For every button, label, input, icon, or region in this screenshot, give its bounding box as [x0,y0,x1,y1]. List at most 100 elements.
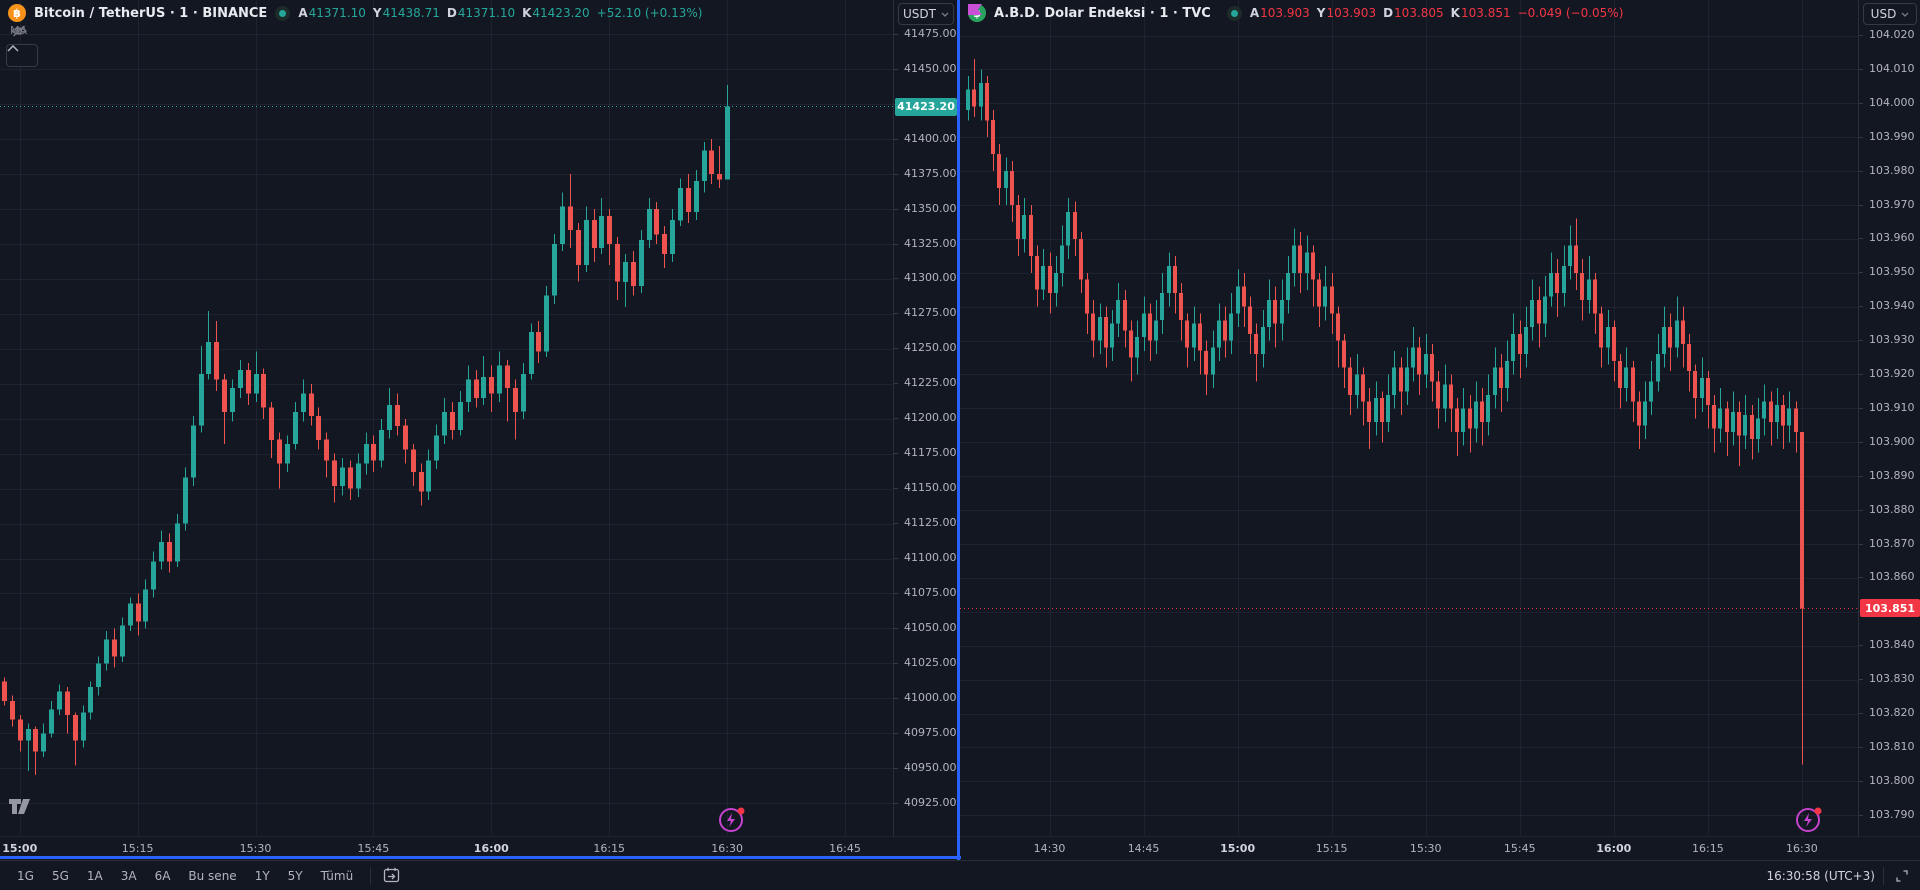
price-tick-label: 41275.00 [894,306,958,319]
range-button-tümü[interactable]: Tümü [312,865,363,887]
candle-body [1668,327,1672,348]
candle-body [568,206,573,231]
candle-body [426,460,431,492]
currency-unit-dropdown-usd[interactable]: USD [1863,3,1917,25]
candle-body [277,439,282,464]
candle-body [1048,266,1052,294]
go-to-date-calendar-icon[interactable] [379,865,403,887]
currency-unit-dropdown-usdt[interactable]: USDT [898,3,954,25]
candle-body [1110,323,1114,348]
candle-body [1229,313,1233,341]
range-button-1g[interactable]: 1G [8,865,43,887]
candle-body [1160,293,1164,321]
candle-body [552,244,557,296]
dxy-price-axis[interactable]: USD 104.020 104.010 104.000 103.990 103.980 1… [1858,0,1920,836]
candle-body [1066,211,1070,246]
boost-lightning-button[interactable] [716,804,746,834]
chart-pane-dxy[interactable]: $ A.B.D. Dolar Endeksi · 1 · TVC A103.90… [960,0,1858,836]
maximize-icon[interactable] [1892,866,1912,886]
candle-body [505,365,510,388]
candle-body [1725,408,1729,433]
chart-pane-btc[interactable]: ฿ Bitcoin / TetherUS · 1 · BINANCE A4137… [0,0,893,836]
candle-body [1643,401,1647,426]
dxy-chart-header: $ A.B.D. Dolar Endeksi · 1 · TVC A103.90… [968,4,1623,22]
candle-body [10,701,15,720]
candle-body [1173,266,1177,294]
candle-body [65,691,70,716]
candle-body [1179,293,1183,321]
candle-body [1091,313,1095,341]
dxy-symbol-title[interactable]: A.B.D. Dolar Endeksi · 1 · TVC [994,6,1211,21]
time-tick-label: 14:30 [1033,842,1066,855]
candle-body [1681,320,1685,344]
time-tick-label: 15:15 [1315,842,1348,855]
collapse-panel-button[interactable] [6,44,38,67]
candle-body [1649,381,1653,402]
price-tick-label: 41250.00 [894,341,958,354]
candle-body [1029,215,1033,256]
price-tick-label: 103.800 [1859,774,1920,787]
candle-body [1405,367,1409,392]
price-tick-label: 103.980 [1859,164,1920,177]
candle-body [1430,354,1434,382]
close-value: 41423.20 [532,6,590,20]
btc-candlestick-canvas[interactable] [0,0,893,836]
time-tick-label: 15:00 [2,842,38,855]
candle-body [985,83,989,121]
candle-body [1192,323,1196,348]
range-button-bu-sene[interactable]: Bu sene [179,865,245,887]
range-button-5g[interactable]: 5G [43,865,78,887]
price-tick-label: 103.930 [1859,333,1920,346]
price-tick-label: 41125.00 [894,516,958,529]
chevron-down-icon [941,12,949,17]
candle-body [1468,408,1472,429]
time-tick-label: 16:30 [1786,842,1818,855]
candle-body [316,416,321,440]
candle-body [670,220,675,254]
price-tick-label: 103.920 [1859,367,1920,380]
price-tick-label: 41325.00 [894,237,958,250]
candle-body [238,369,243,388]
range-button-3a[interactable]: 3A [112,865,146,887]
time-tick-label: 15:45 [357,842,390,855]
open-value: 103.903 [1260,6,1310,20]
candle-body [41,733,46,752]
candle-body [972,89,976,107]
range-button-6a[interactable]: 6A [146,865,180,887]
candle-body [364,443,369,464]
candle-body [1342,340,1346,368]
candle-body [607,216,612,244]
candle-body [1211,347,1215,375]
chart-split-divider[interactable] [957,0,960,860]
candle-body [1104,316,1108,348]
candle-body [1085,279,1089,314]
time-tick-label: 15:00 [1220,842,1256,855]
range-button-1a[interactable]: 1A [78,865,112,887]
candle-body [332,460,337,486]
candle-body [18,719,23,741]
dxy-candlestick-canvas[interactable] [960,0,1858,836]
candle-body [285,443,290,464]
candle-body [1687,344,1691,372]
candle-body [1292,245,1296,273]
candle-body [702,150,707,182]
range-button-1y[interactable]: 1Y [246,865,279,887]
price-tick-label: 103.960 [1859,231,1920,244]
price-tick-label: 41375.00 [894,167,958,180]
candle-body [1606,327,1610,348]
low-value: 103.805 [1394,6,1444,20]
price-tick-label: 103.950 [1859,265,1920,278]
candle-body [434,435,439,461]
candle-body [88,687,93,713]
candle-body [979,83,983,107]
candle-body [1518,333,1522,355]
btc-symbol-title[interactable]: Bitcoin / TetherUS · 1 · BINANCE [34,6,267,21]
price-tick-label: 40950.00 [894,761,958,774]
range-button-5y[interactable]: 5Y [279,865,312,887]
boost-lightning-button[interactable] [1793,804,1823,834]
session-clock[interactable]: 16:30:58 (UTC+3) [1766,869,1875,883]
btc-price-axis[interactable]: USDT 41475.0041450.0041425.0041400.00413… [893,0,958,836]
candle-body [1461,408,1465,433]
chevron-down-icon [1901,12,1909,17]
price-tick-label: 41475.00 [894,27,958,40]
